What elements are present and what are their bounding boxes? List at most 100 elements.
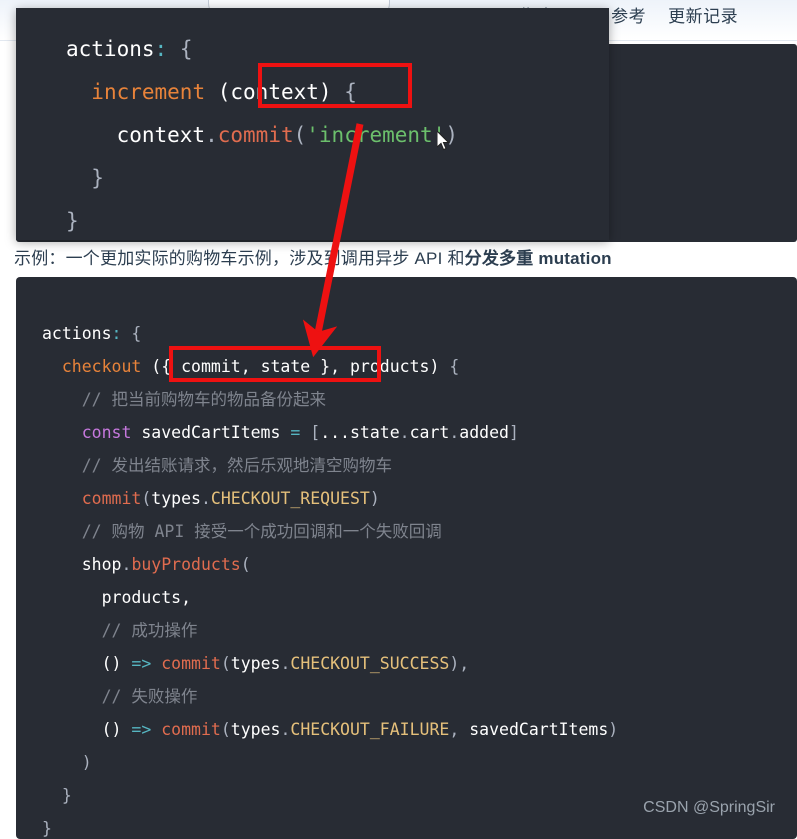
code-line: } [66, 157, 458, 200]
code-line: () => commit(types.CHECKOUT_FAILURE, sav… [42, 713, 619, 746]
code-line: ) [42, 746, 618, 779]
code-line: products, [42, 581, 618, 614]
code-token: ) [445, 123, 458, 147]
code-token: products, [101, 588, 192, 607]
code-token: // 失败操作 [101, 687, 198, 706]
background-paragraph-text: 示例：一个更加实际的购物车示例，涉及到调用异步 API 和分发多重 mutati… [14, 249, 612, 268]
code-token: [ [300, 423, 321, 442]
code-line: // 失败操作 [42, 680, 618, 713]
code-token: savedCartItems [131, 423, 291, 442]
code-line: context.commit('increment') [66, 114, 458, 157]
code-line: checkout ({ commit, state }, products) { [42, 350, 618, 383]
code-token: . [280, 654, 291, 673]
code-token: () [101, 654, 122, 673]
code-token: // 购物 API 接受一个成功回调和一个失败回调 [81, 522, 442, 541]
code-token: ) [608, 720, 619, 739]
code-token: ( [141, 489, 152, 508]
code-token: . [205, 123, 218, 147]
code-token: ( [240, 555, 251, 574]
code-token: ({ commit, state }, products) [151, 357, 440, 376]
code-token: commit [81, 489, 142, 508]
code-token: : [154, 37, 168, 61]
code-token: ] [508, 423, 519, 442]
code-token: savedCartItems [469, 720, 609, 739]
code-line: const savedCartItems = [...state.cart.ad… [42, 416, 618, 449]
code-line: commit(types.CHECKOUT_REQUEST) [42, 482, 618, 515]
code-token: . [121, 555, 132, 574]
overlay-code-panel: actions: { increment (context) { context… [16, 8, 609, 240]
code-token: { [121, 324, 142, 343]
code-token: increment [91, 80, 206, 104]
code-token: . [280, 720, 291, 739]
code-token: // 把当前购物车的物品备份起来 [81, 390, 327, 409]
main-code-content: actions: { checkout ({ commit, state }, … [42, 317, 618, 839]
code-token: ( [220, 654, 231, 673]
overlay-code-content: actions: { increment (context) { context… [66, 28, 458, 240]
code-token: CHECKOUT_SUCCESS [290, 654, 450, 673]
code-token: ) [369, 489, 380, 508]
background-paragraph: 示例：一个更加实际的购物车示例，涉及到调用异步 API 和分发多重 mutati… [14, 244, 797, 269]
code-line: // 购物 API 接受一个成功回调和一个失败回调 [42, 515, 618, 548]
code-token: commit [161, 720, 221, 739]
code-token: context [116, 123, 206, 147]
code-token: , [449, 720, 470, 739]
code-token: const [81, 423, 132, 442]
code-token: { [331, 80, 357, 104]
code-token: } [66, 209, 79, 233]
code-token: => [131, 654, 152, 673]
code-token: types [151, 489, 201, 508]
code-token: . [200, 489, 211, 508]
code-token: 'increment' [306, 123, 446, 147]
code-token: CHECKOUT_FAILURE [290, 720, 450, 739]
code-line: // 把当前购物车的物品备份起来 [42, 383, 618, 416]
code-line: } [42, 779, 618, 812]
code-line: shop.buyProducts( [42, 548, 618, 581]
code-token: { [439, 357, 460, 376]
code-token: : [111, 324, 122, 343]
code-token: commit [217, 123, 294, 147]
code-token: // 发出结账请求，然后乐观地清空购物车 [81, 456, 393, 475]
nav-link-changelog[interactable]: 更新记录 [668, 2, 738, 27]
code-token: { [167, 37, 193, 61]
code-token: . [449, 423, 460, 442]
main-code-block: actions: { checkout ({ commit, state }, … [16, 277, 797, 839]
code-token: ) [81, 753, 92, 772]
code-token: => [131, 720, 152, 739]
code-token: (context) [217, 80, 332, 104]
code-line: increment (context) { [66, 71, 458, 114]
background-paragraph-emphasis: 分发多重 mutation [464, 249, 612, 268]
code-line: () => commit(types.CHECKOUT_SUCCESS), [42, 647, 618, 680]
code-token: . [399, 423, 410, 442]
code-line: // 发出结账请求，然后乐观地清空购物车 [42, 449, 618, 482]
code-token: commit [161, 654, 221, 673]
code-line: } [42, 812, 618, 839]
code-token: } [42, 786, 72, 805]
code-token: added [459, 423, 509, 442]
code-line: actions: { [66, 28, 458, 71]
code-token: ( [220, 720, 231, 739]
code-token: actions [66, 37, 155, 61]
code-token: } [66, 166, 104, 190]
code-token: CHECKOUT_REQUEST [210, 489, 370, 508]
code-token: types [230, 720, 281, 739]
code-token: types [230, 654, 281, 673]
code-token: ( [293, 123, 307, 147]
code-token: state [350, 423, 400, 442]
code-token: cart [409, 423, 450, 442]
code-token: () [101, 720, 122, 739]
code-token: } [42, 819, 52, 838]
